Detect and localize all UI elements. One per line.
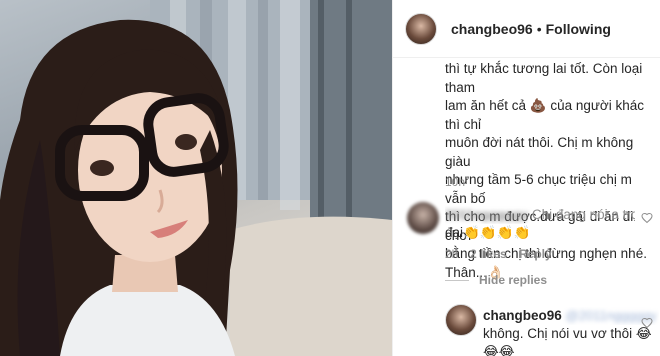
reply-likes[interactable]: 2 likes: [470, 247, 507, 261]
reply2-text-line1: không. Chị nói vu vơ thôi 😂: [483, 326, 652, 341]
header-separator: •: [536, 20, 542, 37]
reply-likes-count: 2 likes: [470, 247, 507, 261]
reply-username[interactable]: 2011ngggggy: [445, 206, 528, 224]
reply2-body: changbeo96 @2011ngggggy: [483, 307, 659, 325]
comment-list: thì tự khắc tương lai tốt. Còn loại tham…: [393, 59, 660, 356]
reply2-avatar[interactable]: [445, 304, 477, 336]
reply-avatar[interactable]: [407, 202, 439, 234]
hide-replies-line: [445, 280, 469, 281]
profile-avatar[interactable]: [405, 12, 437, 45]
comment-line: muôn đời nát thôi. Chị m không giàu: [445, 135, 634, 169]
reply-text-line2: đại👏👏👏👏: [445, 225, 531, 240]
reply-button-label: Reply: [519, 247, 552, 261]
post-photo: [0, 0, 392, 356]
heart-icon[interactable]: [641, 317, 653, 329]
comment-line: thì tự khắc tương lai tốt. Còn loại tham: [445, 61, 643, 95]
reply2-text-line2: 😂😂: [483, 344, 515, 356]
selfie-illustration: [0, 0, 392, 356]
following-button[interactable]: Following: [546, 21, 611, 37]
comment-line: lam ăn hết cả 💩 của người khác thì chỉ: [445, 98, 645, 132]
reply2-username[interactable]: changbeo96: [483, 308, 562, 323]
reply-item: 2011ngggggy Chị đang nói a trọng đại👏👏👏👏…: [393, 202, 660, 262]
comment-time: 10h: [445, 175, 466, 189]
reply-time: 2h: [445, 247, 459, 261]
reply-text-line1: Chị đang nói a trọng: [531, 207, 635, 222]
comment-line: Thân...👌🏻: [445, 264, 504, 280]
reply-button[interactable]: Reply: [519, 247, 552, 261]
header-username[interactable]: changbeo96: [451, 21, 533, 37]
hide-replies-button[interactable]: Hide replies: [479, 273, 547, 287]
post-header: changbeo96 • Following: [393, 0, 660, 58]
comments-panel: changbeo96 • Following thì tự khắc tương…: [392, 0, 660, 356]
reply-body: 2011ngggggy Chị đang nói a trọng: [445, 206, 635, 224]
heart-icon[interactable]: [641, 212, 653, 224]
